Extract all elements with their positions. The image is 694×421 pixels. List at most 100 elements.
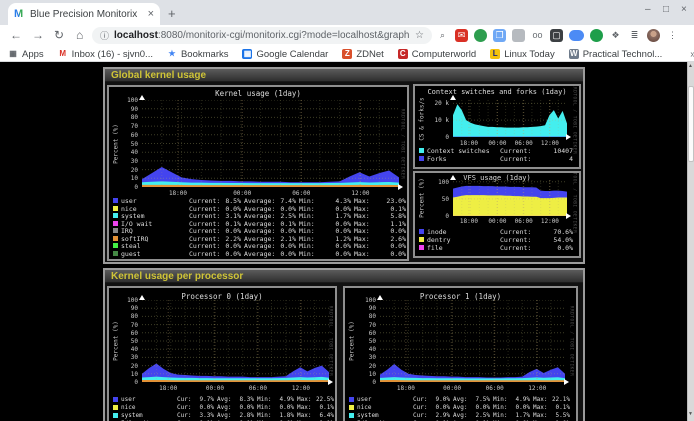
- bookmark-label: Practical Technol...: [583, 49, 663, 60]
- legend-label: file: [427, 244, 443, 252]
- chart-title: Kernel usage (1day): [109, 89, 407, 98]
- legend-value: 54.0%: [553, 236, 573, 244]
- legend-key: Min:: [493, 404, 507, 411]
- x-tick-label: 18:00: [163, 190, 193, 197]
- y-tick-label: 40: [109, 346, 138, 353]
- plot-area: [142, 100, 399, 187]
- legend-value: 0.0%: [335, 250, 351, 258]
- legend-key: Avg:: [453, 396, 467, 403]
- y-tick-label: 90: [345, 305, 376, 312]
- bookmark-item[interactable]: ▦Apps: [8, 49, 44, 60]
- scrollbar-down-icon[interactable]: ▼: [687, 411, 694, 417]
- tab-close-icon[interactable]: ×: [148, 8, 154, 20]
- dark-square-icon[interactable]: ▢: [550, 29, 563, 42]
- legend-value: 4: [569, 155, 573, 163]
- bookmark-item[interactable]: ★Bookmarks: [167, 49, 229, 60]
- y-tick-label: 20: [345, 363, 376, 370]
- legend-swatch-icon: [419, 245, 424, 250]
- bookmark-item[interactable]: LLinux Today: [490, 49, 555, 60]
- linux-today-icon: L: [490, 49, 500, 59]
- legend-row: inodeCurrent:70.6%: [415, 228, 579, 236]
- legend-key: Current:: [500, 228, 531, 236]
- window-maximize-button[interactable]: □: [663, 4, 669, 15]
- x-tick-label: 18:00: [454, 140, 484, 147]
- goggles-icon[interactable]: oo: [531, 29, 544, 42]
- legend-value: 2.5%: [476, 412, 490, 419]
- legend-row: fileCurrent:0.0%: [415, 244, 579, 252]
- chart-kernel-usage[interactable]: Kernel usage (1day)Percent (%)0102030405…: [107, 85, 409, 261]
- legend-value: 0.0%: [390, 250, 406, 258]
- gray-square-icon[interactable]: [512, 29, 525, 42]
- plot-area: [453, 180, 567, 216]
- y-tick-label: 0: [415, 213, 449, 220]
- y-tick-label: 60: [109, 330, 138, 337]
- y-tick-label: 30: [109, 158, 138, 165]
- section-title: Kernel usage per processor: [111, 271, 243, 282]
- x-tick-label: 12:00: [535, 140, 565, 147]
- chart-vfs-usage[interactable]: VFS usage (1day)Percent (%)05010018:0000…: [413, 171, 581, 258]
- chart-processor-1[interactable]: Processor 1 (1day)Percent (%)01020304050…: [343, 286, 578, 421]
- legend-key: Avg:: [217, 396, 231, 403]
- copy-pages-icon[interactable]: ❐: [493, 29, 506, 42]
- legend-row: systemCurrent:3.1%Average:2.5%Min:1.7%Ma…: [109, 212, 407, 220]
- legend-swatch-icon: [419, 156, 424, 161]
- y-tick-label: 30: [345, 354, 376, 361]
- search-icon[interactable]: ⌕: [436, 29, 449, 42]
- browser-tab[interactable]: M Blue Precision Monitorix ×: [8, 3, 160, 25]
- extension-icons-area: ⌕ ✉ ❐ oo ▢ ❖ ≣ ⋮: [436, 27, 679, 44]
- bookmark-item[interactable]: ▦Google Calendar: [242, 49, 328, 60]
- legend-label: user: [357, 396, 371, 403]
- reload-icon[interactable]: ↻: [54, 28, 64, 42]
- bookmarks-overflow-chevron[interactable]: »: [690, 49, 694, 60]
- y-tick-label: 0: [415, 134, 449, 141]
- menu-kebab-icon[interactable]: ⋮: [666, 29, 679, 42]
- scrollbar-up-icon[interactable]: ▲: [687, 63, 694, 69]
- window-close-button[interactable]: ×: [681, 4, 687, 15]
- gmail-icon[interactable]: ✉: [455, 29, 468, 42]
- legend-key: Max:: [354, 250, 370, 258]
- section-kernel-usage-per-processor: Kernel usage per processor Processor 0 (…: [103, 268, 585, 421]
- blue-pill-icon[interactable]: [569, 30, 584, 41]
- green-pin-icon[interactable]: [474, 29, 487, 42]
- x-tick-label: 18:00: [153, 385, 183, 392]
- window-minimize-button[interactable]: –: [645, 4, 651, 15]
- legend-value: 70.6%: [553, 228, 573, 236]
- extensions-puzzle-icon[interactable]: ❖: [609, 29, 622, 42]
- legend-swatch-icon: [113, 236, 118, 241]
- bookmark-item[interactable]: ZZDNet: [342, 49, 383, 60]
- legend-label: nice: [121, 404, 135, 411]
- bookmark-item[interactable]: WPractical Technol...: [569, 49, 663, 60]
- legend-value: 0.0%: [436, 404, 450, 411]
- legend-row: niceCur:0.0%Avg:0.0%Min:0.0%Max:0.1%: [109, 404, 335, 412]
- bookmark-item[interactable]: MInbox (16) - sjvn0...: [58, 49, 153, 60]
- bookmark-item[interactable]: CComputerworld: [398, 49, 476, 60]
- chart-processor-0[interactable]: Processor 0 (1day)Percent (%)01020304050…: [107, 286, 337, 421]
- legend-swatch-icon: [113, 413, 118, 418]
- star-icon: ★: [167, 49, 177, 59]
- browser-toolbar: ← → ↻ ⌂ ⓘ localhost:8080/monitorix-cgi/m…: [0, 25, 694, 47]
- chart-title: Context switches and forks (1day): [415, 88, 579, 96]
- bookmark-star-icon[interactable]: ☆: [415, 30, 424, 41]
- legend-label: nice: [357, 404, 371, 411]
- playlist-icon[interactable]: ≣: [628, 29, 641, 42]
- site-info-icon[interactable]: ⓘ: [100, 29, 109, 42]
- home-icon[interactable]: ⌂: [76, 28, 83, 42]
- y-tick-label: 10: [109, 175, 138, 182]
- new-tab-button[interactable]: +: [168, 6, 176, 21]
- y-tick-label: 0: [109, 379, 138, 386]
- forward-icon[interactable]: →: [32, 28, 44, 42]
- chart-context-switches-forks[interactable]: Context switches and forks (1day)CS & fo…: [413, 84, 581, 169]
- legend-key: Current:: [500, 244, 531, 252]
- legend-swatch-icon: [419, 148, 424, 153]
- avatar-icon[interactable]: [647, 29, 660, 42]
- scrollbar-thumb[interactable]: [688, 86, 694, 162]
- x-axis-arrow-icon: [328, 379, 333, 385]
- legend-swatch-icon: [113, 206, 118, 211]
- green-circle-icon[interactable]: [590, 29, 603, 42]
- legend-value: 0.1%: [556, 404, 570, 411]
- monitorix-favicon-icon: M: [14, 9, 25, 20]
- legend-key: Min:: [493, 412, 507, 419]
- address-bar[interactable]: ⓘ localhost:8080/monitorix-cgi/monitorix…: [92, 27, 432, 44]
- legend-row: niceCur:0.0%Avg:0.0%Min:0.0%Max:0.1%: [345, 404, 576, 412]
- back-icon[interactable]: ←: [10, 28, 22, 42]
